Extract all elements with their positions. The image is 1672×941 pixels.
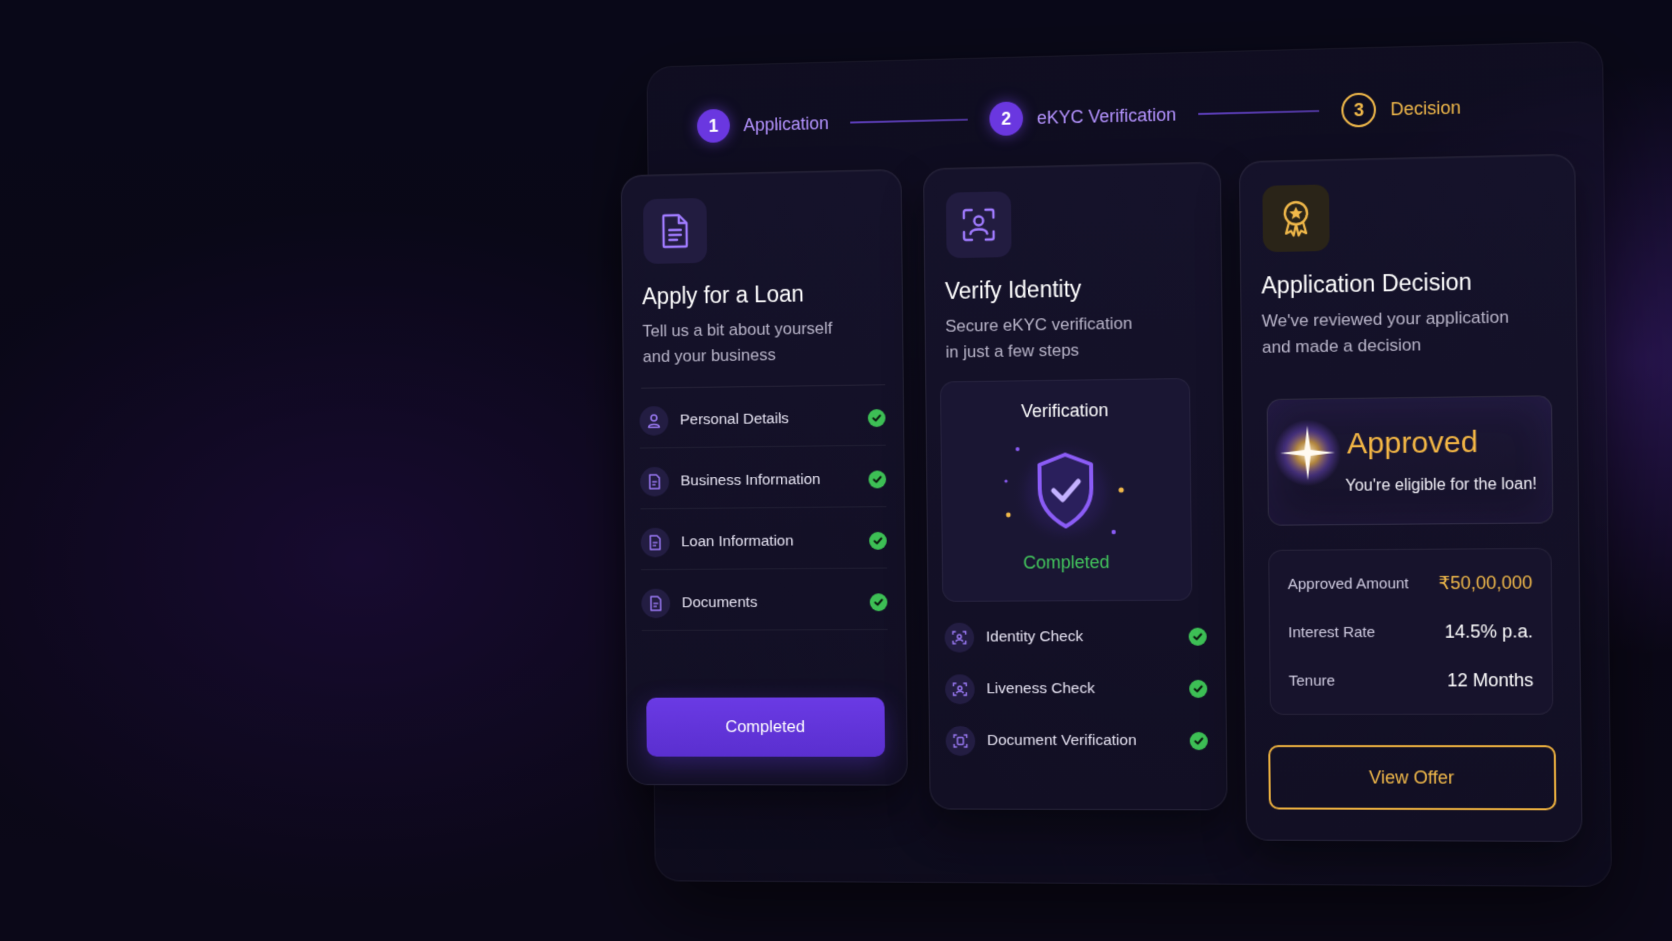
detail-value: 14.5% p.a.: [1444, 620, 1533, 642]
check-circle-icon: [869, 531, 887, 550]
application-decision-card: Application Decision We've reviewed your…: [1238, 153, 1583, 842]
item-label: Personal Details: [679, 409, 789, 428]
verification-status: Completed: [1023, 552, 1110, 573]
item-label: Loan Information: [681, 532, 794, 550]
checklist-item-personal-details[interactable]: Personal Details: [639, 390, 886, 449]
card-title: Apply for a Loan: [641, 280, 804, 310]
face-id-icon: [944, 674, 975, 705]
detail-label: Tenure: [1288, 671, 1336, 690]
check-circle-icon: [1189, 679, 1208, 698]
card-subtitle: Secure eKYC verification in just a few s…: [945, 313, 1133, 362]
shield-check-icon: [1004, 432, 1128, 553]
step-number: 2: [989, 101, 1024, 137]
checklist-item-document-verification[interactable]: Document Verification: [945, 713, 1208, 769]
step-label: Decision: [1390, 96, 1461, 119]
approval-message: You're eligible for the loan!: [1345, 475, 1538, 495]
card-title: Application Decision: [1261, 268, 1472, 299]
check-circle-icon: [867, 408, 886, 427]
detail-label: Approved Amount: [1287, 574, 1409, 593]
loan-terms-panel: Approved Amount ₹50,00,000 Interest Rate…: [1268, 547, 1554, 715]
approval-status: Approved: [1346, 425, 1479, 461]
doc-scan-icon: [945, 726, 976, 756]
verification-title: Verification: [1020, 400, 1109, 422]
sparkle-icon: [1272, 417, 1344, 488]
completed-button[interactable]: Completed: [646, 697, 886, 757]
face-scan-icon: [945, 191, 1012, 259]
divider: [641, 384, 886, 389]
detail-value: 12 Months: [1447, 669, 1534, 690]
detail-row-tenure: Tenure 12 Months: [1289, 665, 1534, 696]
check-circle-icon: [1188, 627, 1207, 646]
checklist-item-liveness-check[interactable]: Liveness Check: [944, 661, 1208, 717]
file-icon: [640, 466, 670, 497]
loan-flow-panel: 1 Application 2 eKYC Verification 3 Deci…: [620, 26, 1635, 904]
file-icon: [641, 588, 671, 618]
approval-result-panel: Approved You're eligible for the loan!: [1266, 395, 1554, 526]
apply-loan-card: Apply for a Loan Tell us a bit about you…: [620, 168, 908, 786]
detail-row-approved-amount: Approved Amount ₹50,00,000: [1288, 567, 1533, 599]
checklist-item-documents[interactable]: Documents: [641, 574, 888, 631]
check-circle-icon: [868, 469, 887, 488]
step-connector: [850, 118, 968, 124]
checklist-item-identity-check[interactable]: Identity Check: [944, 609, 1207, 666]
detail-value: ₹50,00,000: [1438, 571, 1533, 593]
item-label: Document Verification: [986, 732, 1137, 750]
item-label: Documents: [681, 593, 758, 611]
award-badge-icon: [1262, 184, 1330, 253]
card-subtitle: Tell us a bit about yourself and your bu…: [642, 318, 833, 367]
step-label: Application: [743, 112, 829, 135]
user-icon: [639, 405, 669, 436]
step-number: 3: [1341, 92, 1377, 128]
verify-identity-card: Verify Identity Secure eKYC verification…: [923, 161, 1228, 811]
document-icon: [643, 197, 708, 265]
card-title: Verify Identity: [944, 275, 1082, 304]
checklist-item-loan-information[interactable]: Loan Information: [640, 513, 888, 571]
step-label: eKYC Verification: [1036, 103, 1177, 128]
item-label: Liveness Check: [986, 680, 1095, 698]
detail-row-interest-rate: Interest Rate 14.5% p.a.: [1288, 616, 1533, 647]
checklist-item-business-information[interactable]: Business Information: [639, 451, 887, 510]
view-offer-button[interactable]: View Offer: [1268, 745, 1557, 811]
file-icon: [640, 527, 670, 557]
step-connector: [1198, 109, 1320, 115]
verification-status-panel: Verification Completed: [939, 377, 1193, 602]
card-subtitle: We've reviewed your application and made…: [1261, 307, 1510, 357]
step-application[interactable]: 1 Application: [696, 106, 829, 144]
step-number: 1: [696, 108, 731, 144]
face-id-icon: [944, 622, 975, 653]
check-circle-icon: [869, 592, 888, 611]
check-circle-icon: [1189, 732, 1208, 751]
item-label: Identity Check: [985, 628, 1084, 646]
step-ekyc-verification[interactable]: 2 eKYC Verification: [989, 97, 1177, 137]
step-decision[interactable]: 3 Decision: [1341, 90, 1461, 128]
detail-label: Interest Rate: [1288, 623, 1376, 641]
item-label: Business Information: [680, 470, 821, 489]
